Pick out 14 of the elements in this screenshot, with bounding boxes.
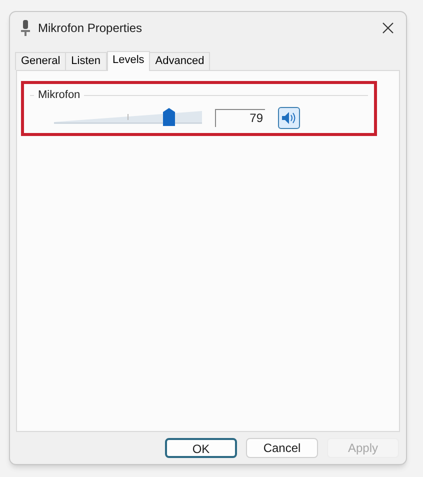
window-title: Mikrofon Properties: [38, 20, 142, 36]
mute-toggle-button[interactable]: [278, 106, 300, 128]
close-icon[interactable]: [382, 22, 394, 34]
tab[interactable]: Levels: [106, 51, 150, 71]
tab[interactable]: Listen: [65, 52, 106, 70]
speaker-icon: [282, 112, 296, 124]
microphone-icon: [21, 20, 30, 36]
level-field[interactable]: 79: [215, 108, 265, 126]
dialog-button[interactable]: OK: [165, 438, 237, 458]
dialog-button[interactable]: Cancel: [246, 438, 318, 458]
tab[interactable]: Advanced: [149, 52, 210, 70]
tab[interactable]: General: [15, 52, 66, 70]
slider-thumb[interactable]: [163, 108, 176, 126]
level-value: 79: [250, 110, 263, 127]
